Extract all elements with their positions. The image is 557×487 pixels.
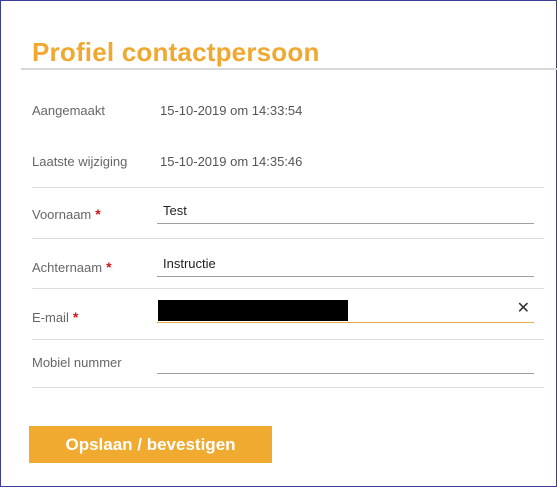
modified-value: 15-10-2019 om 14:35:46 [160, 154, 303, 169]
mobile-field[interactable] [157, 349, 534, 374]
email-field[interactable]: ✕ [157, 298, 534, 323]
created-value: 15-10-2019 om 14:33:54 [160, 103, 303, 118]
required-marker: * [95, 206, 101, 222]
redacted-email-value [158, 300, 348, 321]
mobile-input[interactable] [157, 349, 503, 371]
profile-panel: Profiel contactpersoon Aangemaakt 15-10-… [0, 0, 557, 487]
last-name-field[interactable] [157, 252, 534, 277]
page-title: Profiel contactpersoon [32, 37, 320, 67]
title-divider [21, 68, 557, 70]
save-confirm-button[interactable]: Opslaan / bevestigen [29, 426, 272, 463]
first-name-field[interactable] [157, 199, 534, 224]
email-label: E-mail * [32, 309, 79, 325]
created-label: Aangemaakt [32, 103, 105, 118]
close-icon[interactable]: ✕ [517, 300, 530, 318]
first-name-input[interactable] [157, 199, 503, 221]
last-name-label: Achternaam * [32, 259, 112, 275]
row-divider [32, 339, 544, 340]
last-name-input[interactable] [157, 252, 503, 274]
row-divider [32, 238, 544, 239]
first-name-label: Voornaam * [32, 206, 101, 222]
required-marker: * [72, 309, 79, 325]
modified-label: Laatste wijziging [32, 154, 128, 169]
row-divider [32, 187, 544, 188]
mobile-label: Mobiel nummer [32, 355, 122, 370]
required-marker: * [106, 259, 112, 275]
row-divider [32, 288, 544, 289]
row-divider [32, 387, 544, 388]
